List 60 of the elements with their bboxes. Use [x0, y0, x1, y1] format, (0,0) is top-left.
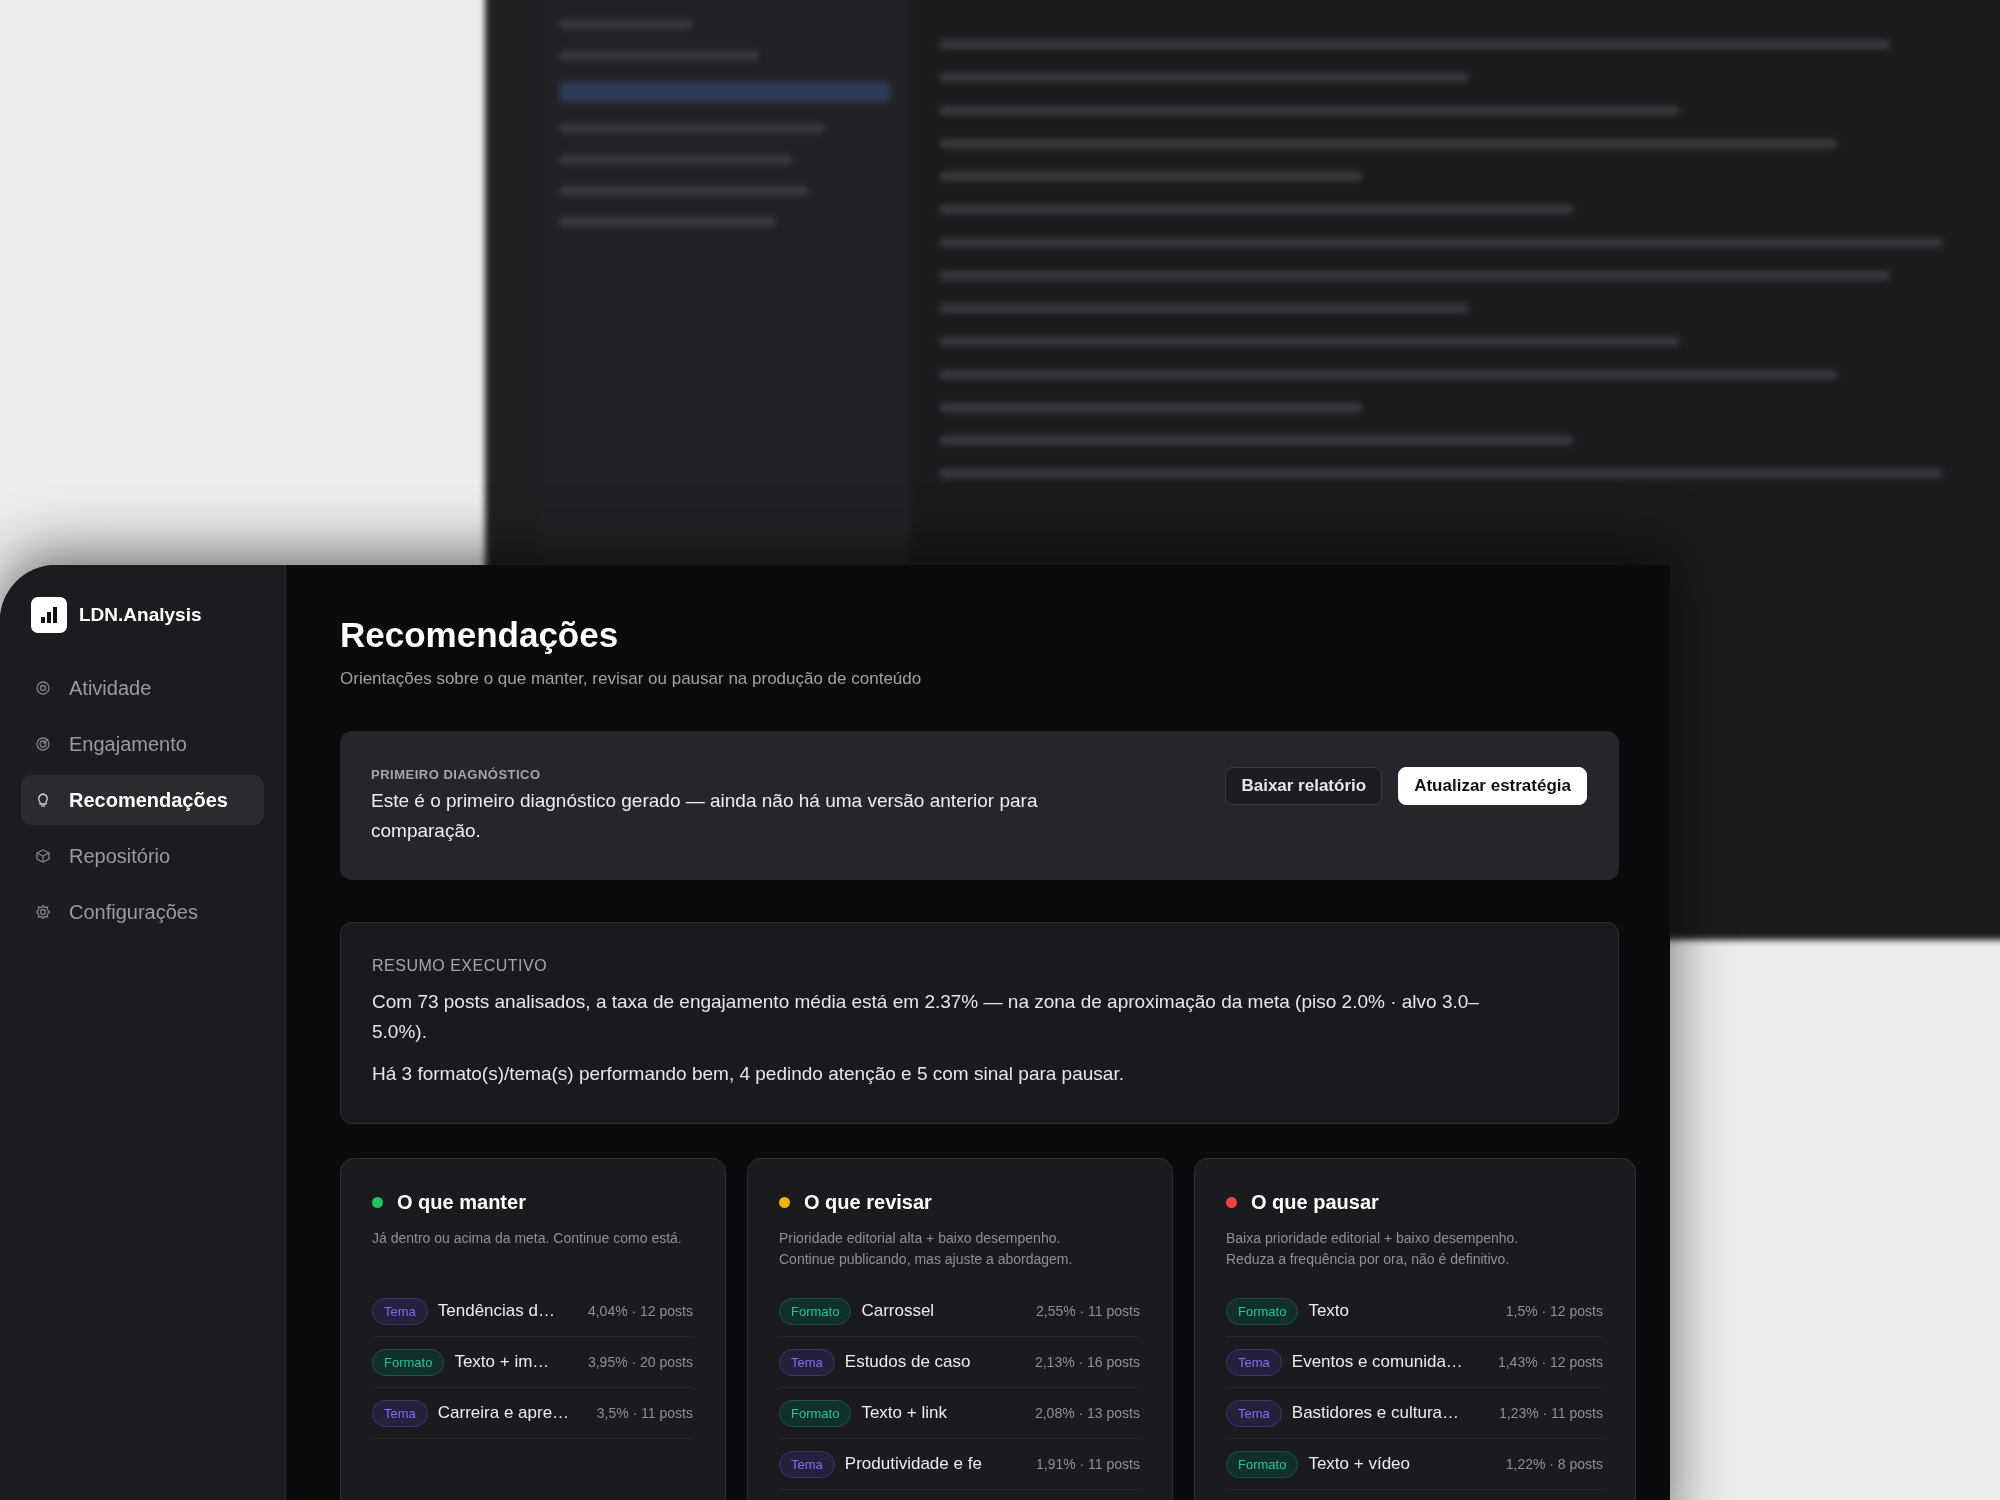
- item-name: Texto + link: [861, 1403, 948, 1423]
- tag: Formato: [1226, 1297, 1299, 1325]
- summary-text: Com 73 posts analisados, a taxa de engajamento média está em 2.37% — na zona de aproximação da meta (piso 2.0% · alvo 3.0–5.0%).: [372, 990, 1480, 1044]
- tag: Tema: [1226, 1399, 1282, 1427]
- item-stats: 2,55% · 11 posts: [1035, 1303, 1140, 1319]
- item-stats: 1,23% · 11 posts: [1498, 1405, 1603, 1421]
- tag: Formato: [779, 1297, 852, 1325]
- item-stats: 1,91% · 11 posts: [1035, 1456, 1140, 1472]
- summary-text: Há 3 formato(s)/tema(s) performando bem, 4 pedindo atenção e 5 com sinal para pausar.: [372, 1062, 1125, 1086]
- item-stats: 4,04% · 12 posts: [587, 1303, 693, 1319]
- tag: Tema: [372, 1297, 428, 1325]
- nav-item[interactable]: Atividade: [21, 663, 264, 713]
- section-label: RESUMO EXECUTIVO: [372, 957, 549, 975]
- item-stats: 3,5% · 11 posts: [596, 1405, 693, 1421]
- item-name: Texto: [1308, 1301, 1351, 1321]
- item-stats: 3,95% · 20 posts: [587, 1354, 693, 1370]
- card-title: O que pausar: [1251, 1191, 1379, 1214]
- page-title: Recomendações: [340, 615, 620, 655]
- item-stats: 1,43% · 12 posts: [1497, 1354, 1603, 1370]
- section-label: PRIMEIRO DIAGNÓSTICO: [371, 767, 542, 782]
- item-name: Tendências d…: [437, 1301, 556, 1321]
- tag: Formato: [372, 1348, 445, 1376]
- tag: Tema: [1226, 1348, 1282, 1376]
- item-name: Texto + im…: [454, 1352, 551, 1372]
- target-icon: [35, 736, 51, 752]
- lightbulb-icon: [35, 792, 51, 808]
- tag: Formato: [1226, 1450, 1299, 1478]
- item-stats: 1,22% · 8 posts: [1505, 1456, 1603, 1472]
- item-name: Carrossel: [861, 1301, 936, 1321]
- brand-name: LDN.Analysis: [79, 604, 202, 626]
- tag: Formato: [779, 1399, 852, 1427]
- tag: Tema: [779, 1450, 835, 1478]
- nav-item[interactable]: Repositório: [21, 831, 264, 881]
- update-button[interactable]: Atualizar estratégia: [1398, 767, 1587, 805]
- circle-icon: [35, 680, 51, 696]
- card-description: Já dentro ou acima da meta. Continue como está.: [372, 1229, 683, 1248]
- card-description: Prioridade editorial alta + baixo desempenho. Continue publicando, mas ajuste a abordagem.: [779, 1229, 1074, 1269]
- item-name: Produtividade e fe: [844, 1454, 983, 1474]
- item-stats: 1,5% · 12 posts: [1505, 1303, 1603, 1319]
- page-subtitle: Orientações sobre o que manter, revisar ou pausar na produção de conteúdo: [340, 669, 923, 689]
- item-name: Bastidores e cultura…: [1291, 1403, 1461, 1423]
- tag: Tema: [779, 1348, 835, 1376]
- tag: Tema: [372, 1399, 428, 1427]
- download-button[interactable]: Baixar relatório: [1225, 767, 1383, 805]
- box-icon: [35, 848, 51, 864]
- card-title: O que manter: [397, 1191, 526, 1214]
- nav-item[interactable]: Configurações: [21, 887, 264, 937]
- nav-item[interactable]: Engajamento: [21, 719, 264, 769]
- item-name: Carreira e apre…: [437, 1403, 571, 1423]
- item-name: Estudos de caso: [844, 1352, 972, 1372]
- bar-chart-icon: [31, 597, 67, 633]
- item-name: Eventos e comunida…: [1291, 1352, 1464, 1372]
- item-stats: 2,13% · 16 posts: [1034, 1354, 1140, 1370]
- nav-item[interactable]: Recomendações: [21, 775, 264, 825]
- item-stats: 2,08% · 13 posts: [1034, 1405, 1140, 1421]
- card-title: O que revisar: [804, 1191, 932, 1214]
- item-name: Texto + vídeo: [1308, 1454, 1411, 1474]
- diagnostic-text: Este é o primeiro diagnóstico gerado — ainda não há uma versão anterior para comparação.: [371, 789, 1039, 843]
- card-description: Baixa prioridade editorial + baixo desempenho. Reduza a frequência por ora, não é definitivo.: [1226, 1229, 1520, 1269]
- settings-icon: [35, 904, 51, 920]
